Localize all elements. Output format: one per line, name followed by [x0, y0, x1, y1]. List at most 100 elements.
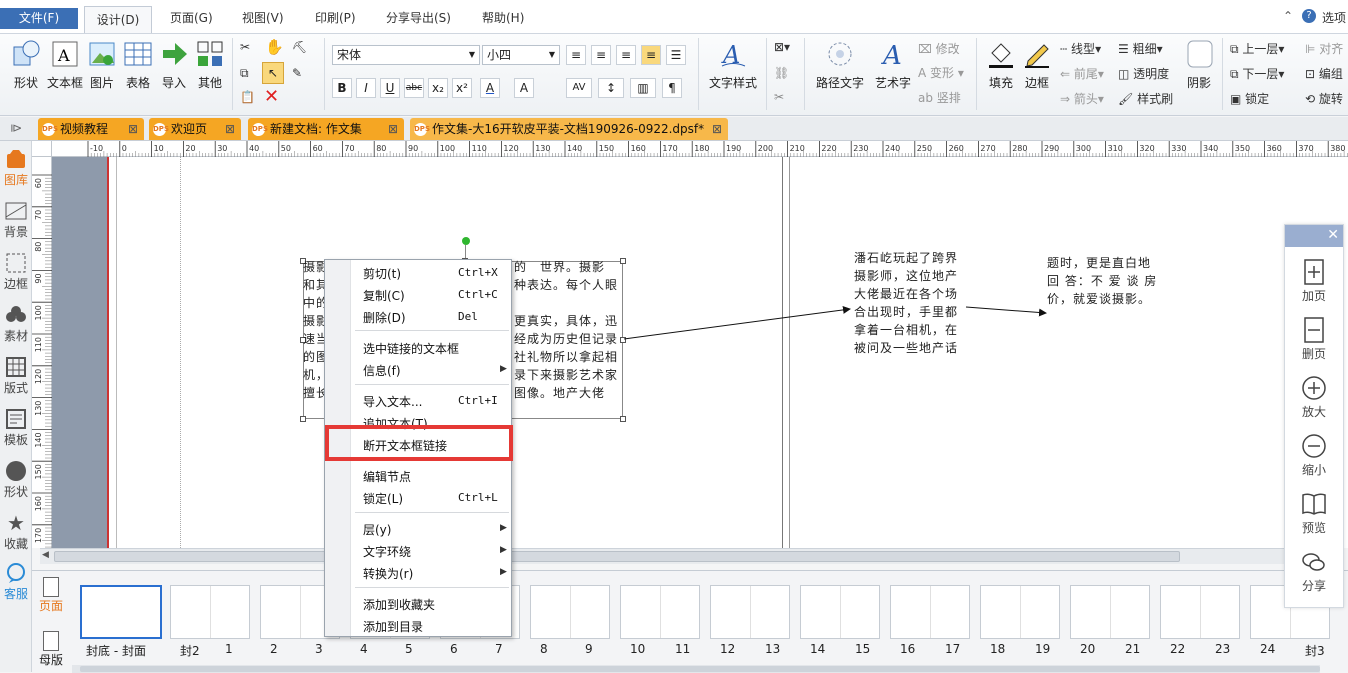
close-icon[interactable]: ⊠ — [388, 118, 398, 140]
art-vertical-button[interactable]: ab 竖排 — [918, 89, 961, 106]
sidebar-item-template[interactable]: 模板 — [0, 407, 32, 448]
document-canvas[interactable]: 摄影 和其 中的 摄影 速当 的图 机， 擅长 的 世界。摄影 种表达。每个人眼… — [52, 157, 1348, 548]
page-thumbnail[interactable] — [710, 585, 790, 639]
distribute-icon[interactable]: ☰ — [666, 45, 686, 65]
collapse-ribbon-icon[interactable]: ⌃ — [1283, 9, 1293, 23]
menu-item-text-wrap[interactable]: 文字环绕 — [363, 543, 411, 560]
shape-button[interactable]: 形状 — [8, 38, 44, 91]
other-button[interactable]: 其他 — [192, 38, 228, 91]
lock-button[interactable]: ▣ 锁定 — [1230, 90, 1269, 107]
sidebar-item-material[interactable]: 素材 — [0, 303, 32, 344]
table-button[interactable]: 表格 — [120, 38, 156, 91]
master-panel-button[interactable]: 母版 — [38, 631, 64, 668]
subscript-button[interactable]: x₂ — [428, 78, 448, 98]
menu-view[interactable]: 视图(V) — [242, 9, 284, 26]
paste-icon[interactable]: 📋 — [240, 90, 255, 104]
tab-new-document[interactable]: DPS 新建文档: 作文集 ⊠ — [248, 118, 404, 140]
menu-share-export[interactable]: 分享导出(S) — [386, 9, 451, 26]
columns-icon[interactable]: ▥ — [630, 78, 656, 98]
tab-active-document[interactable]: DPS 作文集-大16开软皮平装-文档190926-0922.dpsf* ⊠ — [410, 118, 728, 140]
menu-item-select-linked-frames[interactable]: 选中链接的文本框 — [363, 340, 459, 357]
help-icon[interactable]: ? — [1302, 9, 1316, 23]
share-button[interactable]: 分享 — [1285, 547, 1343, 594]
page-panel-button[interactable]: 页面 — [38, 577, 64, 614]
close-icon[interactable]: ⊠ — [225, 118, 235, 140]
menu-item-info[interactable]: 信息(f) — [363, 362, 401, 379]
page-thumbnail[interactable] — [1070, 585, 1150, 639]
options-button[interactable]: 选项 — [1322, 9, 1346, 26]
font-name-select[interactable]: 宋体 ▼ — [332, 45, 480, 65]
page-thumbnail[interactable] — [620, 585, 700, 639]
tab-video-tutorial[interactable]: DPS 视频教程 ⊠ — [38, 118, 144, 140]
align-left-icon[interactable]: ≡ — [566, 45, 586, 65]
scroll-thumb[interactable] — [54, 551, 1180, 562]
menu-design[interactable]: 设计(D) — [84, 6, 152, 33]
menu-page[interactable]: 页面(G) — [170, 9, 213, 26]
zoom-in-button[interactable]: 放大 — [1285, 373, 1343, 420]
file-menu[interactable]: 文件(F) — [0, 8, 78, 29]
close-icon[interactable]: ✕ — [1327, 227, 1339, 243]
add-page-button[interactable]: 加页 — [1285, 257, 1343, 304]
hand-icon[interactable]: ✋ — [265, 38, 284, 56]
page-thumbnail[interactable] — [1160, 585, 1240, 639]
menu-item-edit-nodes[interactable]: 编辑节点 — [363, 468, 411, 485]
line-spacing-icon[interactable]: ↕ — [598, 78, 624, 98]
pointer-tool-icon[interactable]: ↖ — [262, 62, 284, 84]
menu-item-delete[interactable]: 删除(D) — [363, 309, 406, 326]
menu-item-import-text[interactable]: 导入文本... — [363, 393, 422, 410]
menu-item-add-favorites[interactable]: 添加到收藏夹 — [363, 596, 435, 613]
style-brush-button[interactable]: 🖌 样式刷 — [1118, 90, 1173, 107]
align-justify-icon[interactable]: ≡ — [641, 45, 661, 65]
page-thumbnail[interactable] — [80, 585, 162, 639]
art-modify-button[interactable]: ⌧ 修改 — [918, 40, 960, 57]
sidebar-item-layout[interactable]: 版式 — [0, 355, 32, 396]
path-text-button[interactable]: 路径文字 — [812, 38, 868, 91]
menu-print[interactable]: 印刷(P) — [315, 9, 356, 26]
menu-item-cut[interactable]: 剪切(t) — [363, 265, 401, 282]
sidebar-item-favorites[interactable]: ★ 收藏 — [0, 511, 32, 552]
sidebar-item-shape[interactable]: 形状 — [0, 459, 32, 500]
shadow-button[interactable]: 阴影 — [1182, 38, 1216, 91]
line-weight-button[interactable]: ☰ 粗细▾ — [1118, 40, 1163, 57]
sidebar-item-support[interactable]: 客服 — [0, 561, 32, 602]
picture-button[interactable]: 图片 — [86, 38, 118, 91]
rotate-button[interactable]: ⟲ 旋转 — [1305, 90, 1343, 107]
menu-help[interactable]: 帮助(H) — [482, 9, 524, 26]
page-thumbnail[interactable] — [800, 585, 880, 639]
bring-forward-button[interactable]: ⧉ 上一层▾ — [1230, 40, 1284, 57]
text-style-button[interactable]: A 文字样式 — [705, 38, 761, 91]
close-icon[interactable]: ⊠ — [128, 118, 138, 140]
art-text-button[interactable]: A 艺术字 — [872, 38, 914, 91]
sidebar-toggle-icon[interactable]: ⧐ — [10, 121, 22, 135]
line-type-button[interactable]: ┄ 线型▾ — [1060, 40, 1101, 57]
scroll-left-icon[interactable]: ◀ — [42, 550, 49, 560]
sidebar-item-gallery[interactable]: 图库 — [0, 147, 32, 188]
delete-page-button[interactable]: 删页 — [1285, 315, 1343, 362]
zoom-out-button[interactable]: 缩小 — [1285, 431, 1343, 478]
textbox-button[interactable]: A 文本框 — [45, 38, 85, 91]
font-color-button[interactable]: A — [480, 78, 500, 98]
cut-icon[interactable]: ✂ — [240, 40, 250, 54]
eyedropper-icon[interactable]: ✎ — [292, 66, 302, 80]
art-transform-button[interactable]: A 变形 ▾ — [918, 64, 964, 81]
superscript-button[interactable]: x² — [452, 78, 472, 98]
line-front-button[interactable]: ⇐ 前尾▾ — [1060, 65, 1104, 82]
menu-item-convert-to[interactable]: 转换为(r) — [363, 565, 413, 582]
font-size-grow-button[interactable]: A — [514, 78, 534, 98]
preview-button[interactable]: 预览 — [1285, 489, 1343, 536]
menu-item-add-toc[interactable]: 添加到目录 — [363, 618, 423, 635]
menu-item-layer[interactable]: 层(y) — [363, 521, 391, 538]
delete-icon[interactable]: ✕ — [264, 86, 279, 107]
font-size-select[interactable]: 小四 ▼ — [482, 45, 560, 65]
bold-button[interactable]: B — [332, 78, 352, 98]
import-button[interactable]: 导入 — [158, 38, 190, 91]
horizontal-scrollbar[interactable]: ◀ — [40, 548, 1284, 564]
group-button[interactable]: ⊡ 编组 — [1305, 65, 1343, 82]
line-arrow-button[interactable]: ⇒ 箭头▾ — [1060, 90, 1104, 107]
page-thumbnail[interactable] — [170, 585, 250, 639]
sidebar-item-background[interactable]: 背景 — [0, 199, 32, 240]
tab-welcome[interactable]: DPS 欢迎页 ⊠ — [149, 118, 241, 140]
border-button[interactable]: 边框 — [1019, 38, 1055, 91]
align-right-icon[interactable]: ≡ — [616, 45, 636, 65]
textbox-frame-icon[interactable]: ⊠▾ — [774, 40, 790, 54]
